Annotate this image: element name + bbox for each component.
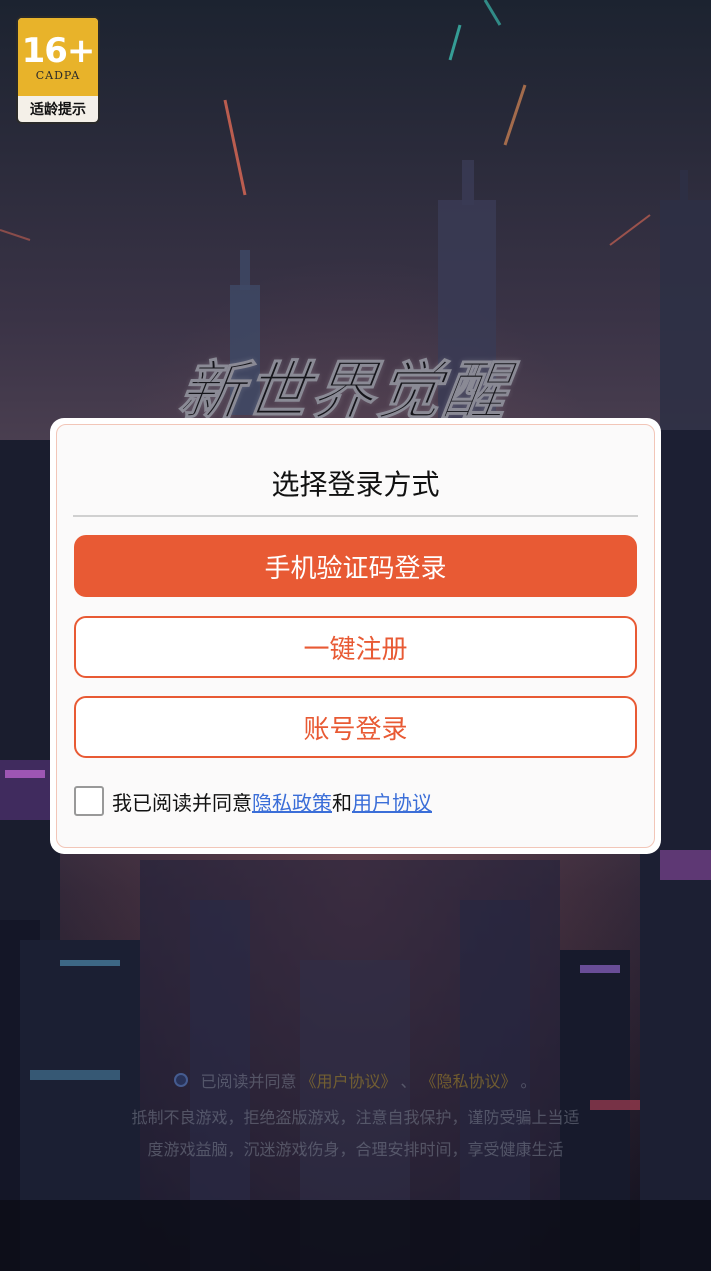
footer-agreement-row: 已阅读并同意 《用户协议》 、 《隐私协议》 。 [0,1068,711,1092]
footer-privacy-policy-link[interactable]: 《隐私协议》 [421,1068,517,1092]
agreement-checkbox[interactable] [74,786,104,816]
footer-agree-prefix: 已阅读并同意 [200,1072,297,1091]
age-rating-badge: 16+ CADPA 适龄提示 [16,16,100,124]
privacy-policy-link[interactable]: 隐私政策 [252,787,332,816]
age-rating-top: 16+ CADPA [18,18,98,96]
dialog-divider [73,515,638,517]
age-rating-label: 适龄提示 [30,102,86,118]
footer-notice: 已阅读并同意 《用户协议》 、 《隐私协议》 。 抵制不良游戏，拒绝盗版游戏，注… [0,1068,711,1166]
agreement-prefix: 我已阅读并同意 [112,790,252,815]
footer-separator: 、 [400,1072,417,1091]
footer-end: 。 [520,1072,537,1091]
dialog-title: 选择登录方式 [271,468,440,501]
agreement-row: 我已阅读并同意 隐私政策 和 用户协议 [74,786,432,816]
account-login-button[interactable]: 账号登录 [74,696,637,758]
login-method-dialog: 选择登录方式 手机验证码登录 一键注册 账号登录 我已阅读并同意 隐私政策 和 … [50,418,661,854]
one-click-register-button[interactable]: 一键注册 [74,616,637,678]
agreement-and: 和 [332,790,352,815]
age-rating-number: 16+ [21,30,96,71]
user-agreement-link[interactable]: 用户协议 [352,787,432,816]
health-notice-line-2: 度游戏益脑，沉迷游戏伤身，合理安排时间，享受健康生活 [147,1140,564,1159]
health-notice-line-1: 抵制不良游戏，拒绝盗版游戏，注意自我保护，谨防受骗上当适 [131,1108,580,1127]
dialog-inner-frame: 选择登录方式 手机验证码登录 一键注册 账号登录 我已阅读并同意 隐私政策 和 … [56,424,655,848]
age-rating-org: CADPA [35,68,81,82]
footer-user-agreement-link[interactable]: 《用户协议》 [300,1068,396,1092]
footer-radio-icon[interactable] [174,1073,189,1087]
phone-code-login-button[interactable]: 手机验证码登录 [74,535,637,597]
